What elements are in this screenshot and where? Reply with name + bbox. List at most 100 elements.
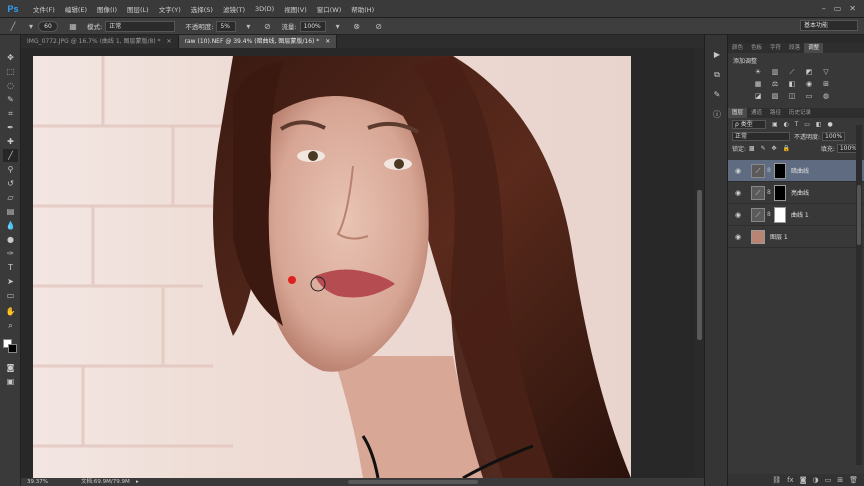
tab-color[interactable]: 颜色 <box>728 43 747 53</box>
menu-help[interactable]: 帮助(H) <box>346 4 379 14</box>
vertical-scrollbar[interactable] <box>695 48 704 478</box>
menu-image[interactable]: 图像(I) <box>92 4 122 14</box>
workspace-select[interactable]: 基本功能 <box>800 20 858 31</box>
tab-layers[interactable]: 图层 <box>728 108 748 118</box>
add-mask-icon[interactable]: ◙ <box>800 476 807 484</box>
tab-close-icon[interactable]: ✕ <box>325 38 330 45</box>
eraser-tool-icon[interactable]: ▱ <box>3 191 18 204</box>
layers-scroll-thumb[interactable] <box>857 185 861 245</box>
photo-filter-icon[interactable]: ◉ <box>803 80 815 89</box>
tab-history[interactable]: 历史记录 <box>785 108 815 118</box>
close-button[interactable]: ✕ <box>849 4 856 13</box>
eyedropper-tool-icon[interactable]: ✒ <box>3 121 18 134</box>
posterize-icon[interactable]: ▨ <box>769 92 781 101</box>
layer-row[interactable]: ◉ ⟋ 8 暗曲线 <box>728 160 864 182</box>
layer-filter-select[interactable]: ρ 类型 <box>732 119 766 129</box>
blend-mode-select[interactable]: 正常 <box>732 131 790 141</box>
link-chain-icon[interactable]: 8 <box>767 167 773 174</box>
brush-panel-toggle-icon[interactable]: ▦ <box>66 21 80 32</box>
vibrance-icon[interactable]: ▽ <box>820 68 832 77</box>
canvas-area[interactable] <box>21 48 704 478</box>
info-icon[interactable]: ⓘ <box>711 109 723 121</box>
tab-close-icon[interactable]: ✕ <box>166 38 171 45</box>
threshold-icon[interactable]: ◫ <box>786 92 798 101</box>
hue-saturation-icon[interactable]: ▦ <box>752 80 764 89</box>
menu-layer[interactable]: 图层(L) <box>122 4 154 14</box>
layer-mask-thumbnail[interactable] <box>774 162 786 179</box>
delete-layer-icon[interactable]: 🗑 <box>849 476 858 484</box>
levels-icon[interactable]: ▥ <box>769 68 781 77</box>
menu-window[interactable]: 窗口(W) <box>312 4 347 14</box>
vertical-scroll-thumb[interactable] <box>697 190 702 340</box>
layer-name[interactable]: 曲线 1 <box>791 210 809 219</box>
tab-character[interactable]: 字符 <box>766 43 785 53</box>
move-tool-icon[interactable]: ✥ <box>3 51 18 64</box>
visibility-eye-icon[interactable]: ◉ <box>733 189 743 197</box>
channel-mixer-icon[interactable]: ⊞ <box>820 80 832 89</box>
layer-mask-thumbnail[interactable] <box>774 206 786 223</box>
layer-name[interactable]: 暗曲线 <box>791 166 809 175</box>
brightness-icon[interactable]: ☀ <box>752 68 764 77</box>
new-layer-icon[interactable]: ⊞ <box>837 476 843 484</box>
visibility-eye-icon[interactable]: ◉ <box>733 233 743 241</box>
play-icon[interactable]: ▶ <box>711 49 723 61</box>
layer-style-icon[interactable]: fx <box>787 476 794 484</box>
layers-panel-scrollbar[interactable] <box>856 125 862 465</box>
new-group-icon[interactable]: ▭ <box>825 476 832 484</box>
brush-tool-icon[interactable]: ╱ <box>3 149 18 162</box>
gradient-tool-icon[interactable]: ▤ <box>3 205 18 218</box>
menu-3d[interactable]: 3D(D) <box>250 5 279 13</box>
brush-preset-icon[interactable]: ╱ <box>6 21 20 32</box>
path-select-tool-icon[interactable]: ➤ <box>3 275 18 288</box>
hand-tool-icon[interactable]: ✋ <box>3 305 18 318</box>
quick-select-tool-icon[interactable]: ✎ <box>3 93 18 106</box>
filter-icons[interactable]: ▣ ◐ T ▭ ◧ ● <box>772 121 835 128</box>
layer-row[interactable]: ◉ ⟋ 8 亮曲线 <box>728 182 864 204</box>
horizontal-scroll-thumb[interactable] <box>348 480 478 484</box>
layer-name[interactable]: 亮曲线 <box>791 188 809 197</box>
exposure-icon[interactable]: ◩ <box>803 68 815 77</box>
shape-tool-icon[interactable]: ▭ <box>3 289 18 302</box>
zoom-tool-icon[interactable]: ⌕ <box>3 319 18 332</box>
brush-size-picker[interactable]: 60 <box>38 20 58 32</box>
tab-adjustments[interactable]: 调整 <box>804 43 824 53</box>
layer-row[interactable]: ◉ ⟋ 8 曲线 1 <box>728 204 864 226</box>
dodge-tool-icon[interactable]: ● <box>3 233 18 246</box>
color-balance-icon[interactable]: ⚖ <box>769 80 781 89</box>
maximize-button[interactable]: ▭ <box>834 4 842 13</box>
tab-img-0772[interactable]: IMG_0772.JPG @ 16.7% (曲线 1, 图层蒙版/8) * ✕ <box>21 35 179 48</box>
black-white-icon[interactable]: ◧ <box>786 80 798 89</box>
blur-tool-icon[interactable]: 💧 <box>3 219 18 232</box>
menu-edit[interactable]: 编辑(E) <box>60 4 92 14</box>
minimize-button[interactable]: – <box>822 4 826 13</box>
menu-file[interactable]: 文件(F) <box>28 4 60 14</box>
history-brush-tool-icon[interactable]: ↺ <box>3 177 18 190</box>
menu-view[interactable]: 视图(V) <box>279 4 312 14</box>
selective-color-icon[interactable]: ◍ <box>820 92 832 101</box>
clone-stamp-tool-icon[interactable]: ⚲ <box>3 163 18 176</box>
mode-select[interactable]: 正常 <box>105 20 176 32</box>
new-adjustment-icon[interactable]: ◑ <box>813 476 819 484</box>
opacity-dropdown-icon[interactable]: ▾ <box>244 21 252 32</box>
flow-input[interactable]: 100% <box>299 20 326 32</box>
layer-mask-thumbnail[interactable] <box>774 184 786 201</box>
pressure-opacity-icon[interactable]: ⊘ <box>260 21 274 32</box>
menu-select[interactable]: 选择(S) <box>186 4 218 14</box>
tab-paragraph[interactable]: 段落 <box>785 43 804 53</box>
opacity-input[interactable]: 5% <box>216 20 237 32</box>
link-layers-icon[interactable]: ⛓ <box>772 476 781 484</box>
brush-preset-icon[interactable]: ✎ <box>711 89 723 101</box>
pressure-size-icon[interactable]: ⊘ <box>372 21 386 32</box>
lasso-tool-icon[interactable]: ◌ <box>3 79 18 92</box>
zoom-level[interactable]: 39.37% <box>27 478 48 486</box>
lock-icons[interactable]: ▩ ✎ ✥ 🔒 <box>749 145 792 152</box>
layer-opacity-input[interactable]: 100% <box>822 131 846 141</box>
gradient-map-icon[interactable]: ▭ <box>803 92 815 101</box>
screen-mode-icon[interactable]: ▣ <box>3 375 18 388</box>
marquee-tool-icon[interactable]: ⬚ <box>3 65 18 78</box>
layer-name[interactable]: 图层 1 <box>770 232 788 241</box>
tab-raw-10[interactable]: raw (10).NEF @ 39.4% (暗曲线, 图层蒙版/16) * ✕ <box>178 35 338 48</box>
tab-swatches[interactable]: 色板 <box>747 43 766 53</box>
layer-row[interactable]: ◉ 图层 1 <box>728 226 864 248</box>
history-icon[interactable]: ⧉ <box>711 69 723 81</box>
